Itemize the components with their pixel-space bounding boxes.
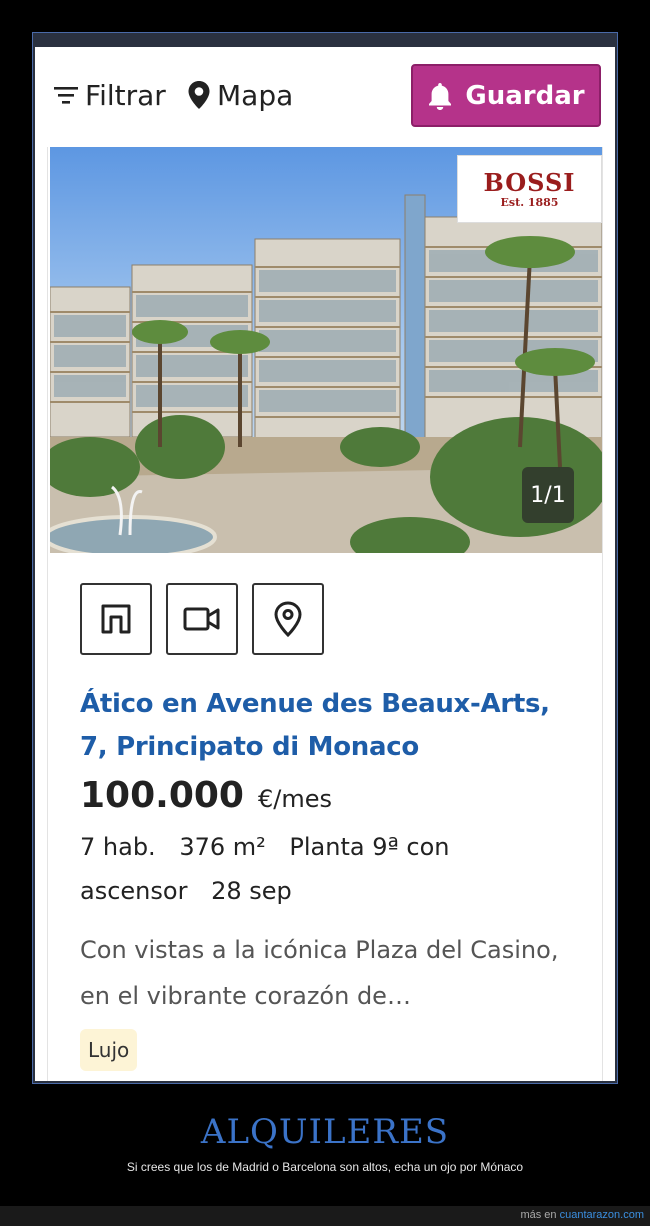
caption-title: ALQUILERES <box>200 1112 450 1152</box>
listing-photo[interactable]: BOSSI Est. 1885 1/1 <box>50 147 602 553</box>
filter-icon <box>54 87 78 104</box>
detail-rooms: 7 hab. <box>80 833 156 861</box>
save-label: Guardar <box>465 80 585 111</box>
agency-logo: BOSSI Est. 1885 <box>457 155 602 223</box>
price-unit: €/mes <box>257 785 332 813</box>
location-pin-icon <box>188 81 210 109</box>
floor-plan-button[interactable] <box>80 583 152 655</box>
listing-card[interactable]: BOSSI Est. 1885 1/1 Ático en Avenue des … <box>47 147 603 1081</box>
listing-details: 7 hab. 376 m² Planta 9ª con ascensor 28 … <box>80 825 580 913</box>
location-button[interactable] <box>252 583 324 655</box>
photo-counter: 1/1 <box>522 467 574 523</box>
bell-icon <box>429 82 452 110</box>
location-pin-icon <box>274 601 302 638</box>
agency-logo-name: BOSSI <box>483 167 576 197</box>
footer-site-link[interactable]: cuantarazon.com <box>560 1209 644 1221</box>
filter-button[interactable]: Filtrar <box>53 75 166 115</box>
listing-price: 100.000 €/mes <box>80 775 332 816</box>
map-label: Mapa <box>217 78 294 112</box>
filter-label: Filtrar <box>85 78 166 112</box>
app-window: Filtrar Mapa Guardar BOSSI Est. 1885 1/1… <box>35 47 615 1081</box>
luxury-tag: Lujo <box>80 1029 138 1071</box>
listing-action-icons <box>80 583 324 655</box>
detail-area: 376 m² <box>179 833 266 861</box>
agency-logo-est: Est. 1885 <box>500 195 559 209</box>
footer-text: más en cuantarazon.com <box>520 1209 644 1221</box>
detail-date: 28 sep <box>211 877 292 905</box>
listing-description: Con vistas a la icónica Plaza del Casino… <box>80 936 559 1010</box>
footer-bar: más en cuantarazon.com <box>0 1206 650 1226</box>
price-amount: 100.000 <box>80 775 244 816</box>
save-search-button[interactable]: Guardar <box>411 64 601 127</box>
video-button[interactable] <box>166 583 238 655</box>
video-icon <box>183 607 220 631</box>
caption-subtitle: Si crees que los de Madrid o Barcelona s… <box>126 1160 524 1174</box>
floor-plan-icon <box>101 604 131 634</box>
map-button[interactable]: Mapa <box>187 75 293 115</box>
footer-prefix: más en <box>520 1209 557 1221</box>
toolbar: Filtrar Mapa Guardar <box>35 47 615 147</box>
listing-title[interactable]: Ático en Avenue des Beaux-Arts, 7, Princ… <box>80 683 580 769</box>
